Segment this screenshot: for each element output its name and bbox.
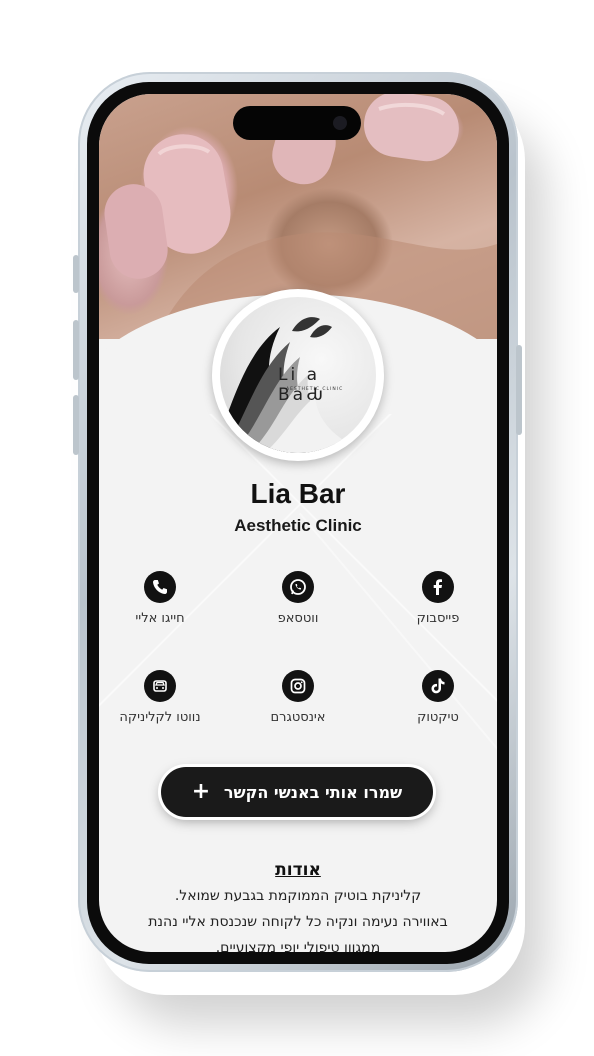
avatar: Li a BaԂ AESTHETIC CLINIC (212, 289, 384, 461)
side-button-volume-up (73, 320, 79, 380)
dynamic-island (233, 106, 361, 140)
contact-whatsapp[interactable]: ווטסאפ (238, 571, 358, 626)
phone-icon (144, 571, 176, 603)
save-contact-button[interactable]: שמרו אותי באנשי הקשר + (161, 767, 433, 817)
about-text-line: קליניקת בוטיק הממוקמת בגבעת שמואל. (174, 888, 422, 904)
contact-instagram[interactable]: אינסטגרם (238, 670, 358, 725)
facebook-icon (422, 571, 454, 603)
contact-label: חייגו אליי (135, 611, 185, 626)
tiktok-icon (422, 670, 454, 702)
contact-phone[interactable]: חייגו אליי (100, 571, 220, 626)
plus-icon: + (191, 779, 211, 804)
save-contact-label: שמרו אותי באנשי הקשר (223, 783, 403, 802)
about-text-line: באווירה נעימה ונקיה כל לקוחה שנכנסת אליי… (148, 914, 448, 930)
instagram-icon (282, 670, 314, 702)
contact-label: אינסטגרם (270, 710, 326, 725)
logo-wordmark: Li a BaԂ (278, 365, 327, 405)
phone-screen: Li a BaԂ AESTHETIC CLINIC Lia Bar Aesthe… (99, 94, 497, 952)
contact-facebook[interactable]: פייסבוק (378, 571, 497, 626)
contact-label: ווטסאפ (277, 611, 319, 626)
side-button-action (73, 255, 79, 293)
profile-name: Lia Bar (250, 478, 346, 509)
profile-subtitle: Aesthetic Clinic (234, 516, 362, 535)
whatsapp-icon (282, 571, 314, 603)
contact-label: טיקטוק (417, 710, 459, 725)
contact-label: נווטו לקליניקה (119, 710, 201, 725)
contact-navigate[interactable]: נווטו לקליניקה (100, 670, 220, 725)
car-icon (144, 670, 176, 702)
side-button-power (516, 345, 522, 435)
clinic-logo: Li a BaԂ AESTHETIC CLINIC (220, 297, 376, 453)
camera-icon (333, 116, 347, 130)
side-button-volume-down (73, 395, 79, 455)
about-text-line: ממגוון טיפולי יופי מקצועיים. (215, 940, 381, 952)
logo-tagline: AESTHETIC CLINIC (286, 387, 344, 392)
contact-tiktok[interactable]: טיקטוק (378, 670, 497, 725)
contact-label: פייסבוק (416, 611, 460, 626)
about-title: אודות (275, 860, 321, 880)
